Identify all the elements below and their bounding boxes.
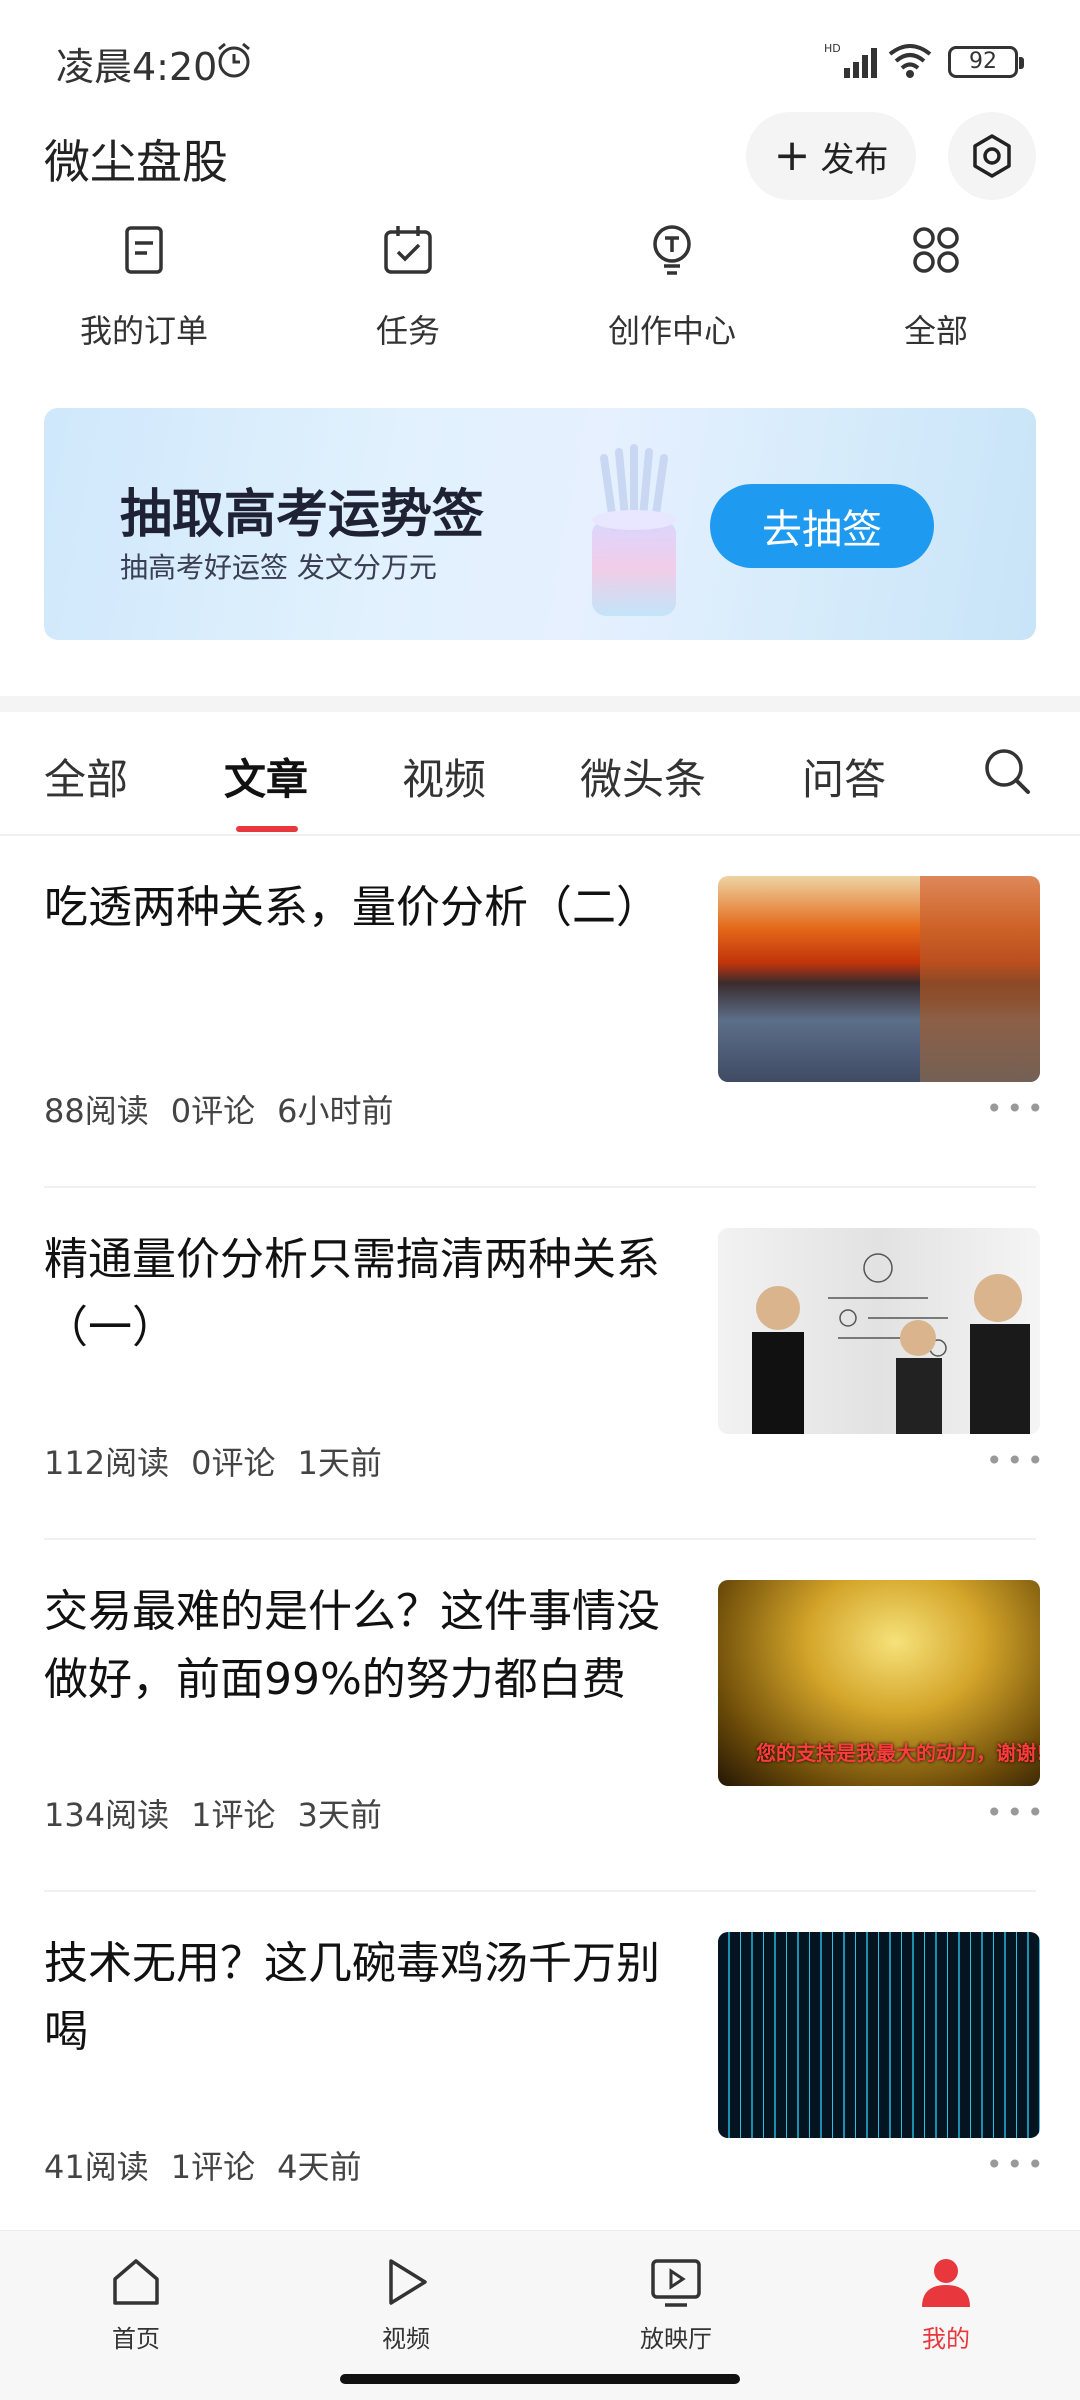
thumbnail-caption: 您的支持是我最大的动力，谢谢! <box>756 1741 1040 1765</box>
wifi-icon <box>888 44 932 78</box>
article-title: 交易最难的是什么？这件事情没做好，前面99%的努力都白费 <box>44 1586 660 1705</box>
quick-action-label: 创作中心 <box>607 312 736 350</box>
article-title: 精通量价分析只需搞清两种关系（一） <box>44 1234 660 1353</box>
settings-button[interactable] <box>948 112 1036 200</box>
plus-icon: + <box>773 130 811 181</box>
signal-icon: HD <box>824 42 877 78</box>
publish-label: 发布 <box>820 139 889 180</box>
play-icon <box>389 2259 427 2305</box>
person-icon <box>922 2259 970 2307</box>
tab-articles[interactable]: 文章 <box>224 746 308 807</box>
settings-hexagon-icon <box>973 134 1011 178</box>
nav-label: 首页 <box>112 2325 160 2353</box>
article-meta: 88阅读 0评论 6小时前 <box>44 1086 415 1132</box>
comment-count: 1评论 <box>191 1796 276 1834</box>
grid-icon <box>913 227 959 273</box>
quick-action-all[interactable]: 全部 <box>836 220 1036 352</box>
read-count: 41阅读 <box>44 2148 149 2186</box>
article-title: 技术无用？这几碗毒鸡汤千万别喝 <box>44 1938 660 2057</box>
nav-home[interactable]: 首页 <box>66 2253 206 2354</box>
publish-time: 3天前 <box>297 1796 382 1834</box>
quick-action-label: 我的订单 <box>79 312 208 350</box>
tab-micro-headlines[interactable]: 微头条 <box>580 746 706 807</box>
banner-title: 抽取高考运势签 <box>120 485 485 545</box>
status-bar: 凌晨4:20 HD 92 <box>0 0 1080 125</box>
publish-time: 6小时前 <box>277 1092 394 1130</box>
draw-lot-button[interactable]: 去抽签 <box>710 484 934 568</box>
lightbulb-icon <box>653 225 691 275</box>
business-people-image <box>752 1253 1030 1434</box>
article-thumbnail: 您的支持是我最大的动力，谢谢! <box>718 1580 1040 1786</box>
active-tab-indicator <box>236 826 298 832</box>
tab-all[interactable]: 全部 <box>44 746 128 807</box>
article-thumbnail <box>718 1932 1040 2138</box>
search-icon[interactable] <box>982 746 1034 798</box>
section-divider <box>0 696 1080 712</box>
nav-label: 放映厅 <box>640 2325 712 2353</box>
read-count: 134阅读 <box>44 1796 170 1834</box>
svg-text:HD: HD <box>824 42 841 55</box>
comment-count: 0评论 <box>170 1092 256 1130</box>
article-item[interactable]: 技术无用？这几碗毒鸡汤千万别喝 41阅读 1评论 4天前 ••• <box>0 1892 1080 2244</box>
article-thumbnail <box>718 876 1040 1082</box>
article-meta: 112阅读 0评论 1天前 <box>44 1438 404 1484</box>
publish-time: 1天前 <box>297 1444 382 1482</box>
read-count: 88阅读 <box>44 1092 149 1130</box>
order-icon <box>125 226 163 274</box>
quick-action-tasks[interactable]: 任务 <box>308 220 508 352</box>
nav-mine[interactable]: 我的 <box>876 2253 1016 2354</box>
home-indicator[interactable] <box>340 2374 740 2384</box>
more-options-icon[interactable]: ••• <box>986 2148 1048 2181</box>
comment-count: 0评论 <box>191 1444 276 1482</box>
article-meta: 134阅读 1评论 3天前 <box>44 1790 404 1836</box>
quick-action-label: 任务 <box>375 312 440 350</box>
more-options-icon[interactable]: ••• <box>986 1444 1048 1477</box>
quick-action-label: 全部 <box>903 312 968 350</box>
quick-action-orders[interactable]: 我的订单 <box>44 220 244 352</box>
publish-time: 4天前 <box>277 2148 362 2186</box>
article-meta: 41阅读 1评论 4天前 <box>44 2142 383 2188</box>
fortune-stick-cup-icon <box>592 444 676 616</box>
tab-qa[interactable]: 问答 <box>802 746 886 807</box>
article-title: 吃透两种关系，量价分析（二） <box>44 882 660 933</box>
home-icon <box>113 2259 159 2305</box>
nav-video[interactable]: 视频 <box>336 2253 476 2354</box>
nav-theater[interactable]: 放映厅 <box>606 2253 746 2354</box>
promo-banner[interactable]: 抽取高考运势签 抽高考好运签 发文分万元 去抽签 <box>44 408 1036 640</box>
alarm-icon <box>218 42 250 78</box>
nav-label: 视频 <box>382 2325 430 2353</box>
article-item[interactable]: 交易最难的是什么？这件事情没做好，前面99%的努力都白费 您的支持是我最大的动力… <box>0 1540 1080 1892</box>
calendar-check-icon <box>384 226 432 274</box>
comment-count: 1评论 <box>170 2148 256 2186</box>
status-time: 凌晨4:20 <box>56 45 218 89</box>
publish-button[interactable]: + 发布 <box>746 112 916 200</box>
quick-action-creator-center[interactable]: 创作中心 <box>572 220 772 352</box>
battery-indicator: 92 <box>948 46 1024 78</box>
more-options-icon[interactable]: ••• <box>986 1092 1048 1125</box>
read-count: 112阅读 <box>44 1444 170 1482</box>
tv-play-icon <box>651 2259 701 2307</box>
nav-label: 我的 <box>922 2325 970 2353</box>
article-thumbnail <box>718 1228 1040 1434</box>
banner-subtitle: 抽高考好运签 发文分万元 <box>120 551 437 584</box>
article-item[interactable]: 吃透两种关系，量价分析（二） 88阅读 0评论 6小时前 ••• <box>0 836 1080 1188</box>
article-item[interactable]: 精通量价分析只需搞清两种关系（一） 112阅读 0评论 1天前 ••• <box>0 1188 1080 1540</box>
page-title: 微尘盘股 <box>44 135 228 189</box>
tab-videos[interactable]: 视频 <box>402 746 486 807</box>
more-options-icon[interactable]: ••• <box>986 1796 1048 1829</box>
